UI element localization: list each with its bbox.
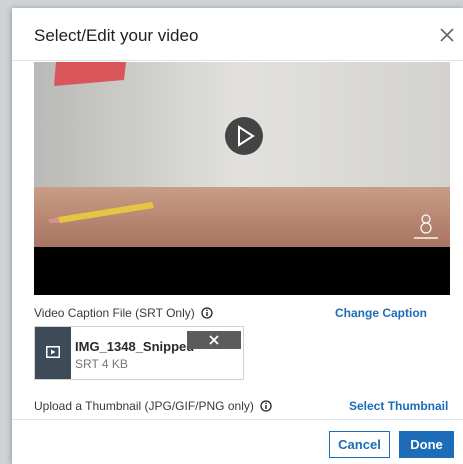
video-frame xyxy=(34,62,450,295)
cancel-button[interactable]: Cancel xyxy=(329,431,390,458)
change-caption-link[interactable]: Change Caption xyxy=(335,306,427,320)
dialog-header: Select/Edit your video xyxy=(12,8,463,61)
close-icon xyxy=(209,335,219,345)
close-icon[interactable] xyxy=(436,24,458,46)
video-file-icon xyxy=(35,327,71,379)
done-button[interactable]: Done xyxy=(399,431,454,458)
caption-file-name: IMG_1348_Snipped xyxy=(75,339,195,354)
caption-file-size: SRT 4 KB xyxy=(75,357,128,371)
video-preview[interactable] xyxy=(34,62,450,295)
dialog-footer: Cancel Done xyxy=(12,419,463,464)
info-icon[interactable] xyxy=(201,307,213,322)
select-thumbnail-link[interactable]: Select Thumbnail xyxy=(349,399,448,413)
remove-caption-button[interactable] xyxy=(187,331,241,349)
info-icon[interactable] xyxy=(260,400,272,415)
play-icon[interactable] xyxy=(224,116,264,156)
caption-label-text: Video Caption File (SRT Only) xyxy=(34,306,195,320)
caption-label: Video Caption File (SRT Only) xyxy=(34,306,213,322)
thumbnail-label: Upload a Thumbnail (JPG/GIF/PNG only) xyxy=(34,399,272,415)
select-edit-video-dialog: Select/Edit your video Video Caption Fil… xyxy=(12,8,463,464)
caption-file-card: IMG_1348_Snipped SRT 4 KB xyxy=(34,326,244,380)
dialog-title: Select/Edit your video xyxy=(34,26,199,45)
thumbnail-label-text: Upload a Thumbnail (JPG/GIF/PNG only) xyxy=(34,399,254,413)
